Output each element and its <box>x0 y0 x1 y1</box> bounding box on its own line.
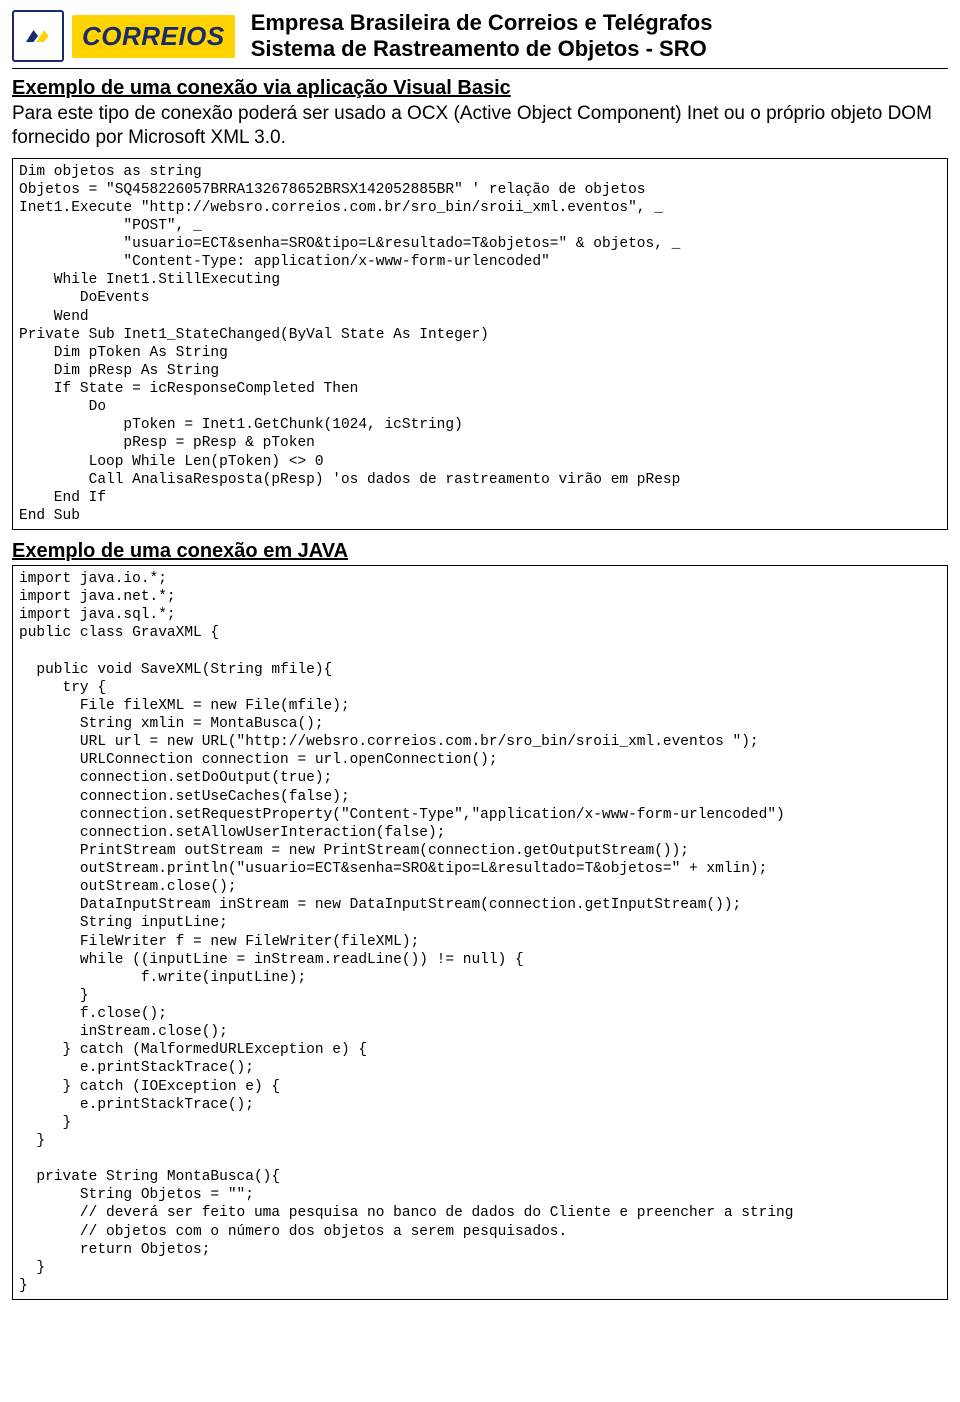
vb-code-block: Dim objetos as string Objetos = "SQ45822… <box>12 158 948 531</box>
title-line-2: Sistema de Rastreamento de Objetos - SRO <box>251 36 713 62</box>
java-code-block: import java.io.*; import java.net.*; imp… <box>12 565 948 1300</box>
title-line-1: Empresa Brasileira de Correios e Telégra… <box>251 10 713 36</box>
correios-brand-label: CORREIOS <box>72 15 235 58</box>
section-vb-title: Exemplo de uma conexão via aplicação Vis… <box>12 77 948 100</box>
section-vb-intro: Para este tipo de conexão poderá ser usa… <box>12 102 948 150</box>
document-title-block: Empresa Brasileira de Correios e Telégra… <box>251 10 713 62</box>
document-header: CORREIOS Empresa Brasileira de Correios … <box>12 10 948 62</box>
header-separator <box>12 68 948 69</box>
correios-logo-icon <box>12 10 64 62</box>
section-java-title: Exemplo de uma conexão em JAVA <box>12 540 948 563</box>
